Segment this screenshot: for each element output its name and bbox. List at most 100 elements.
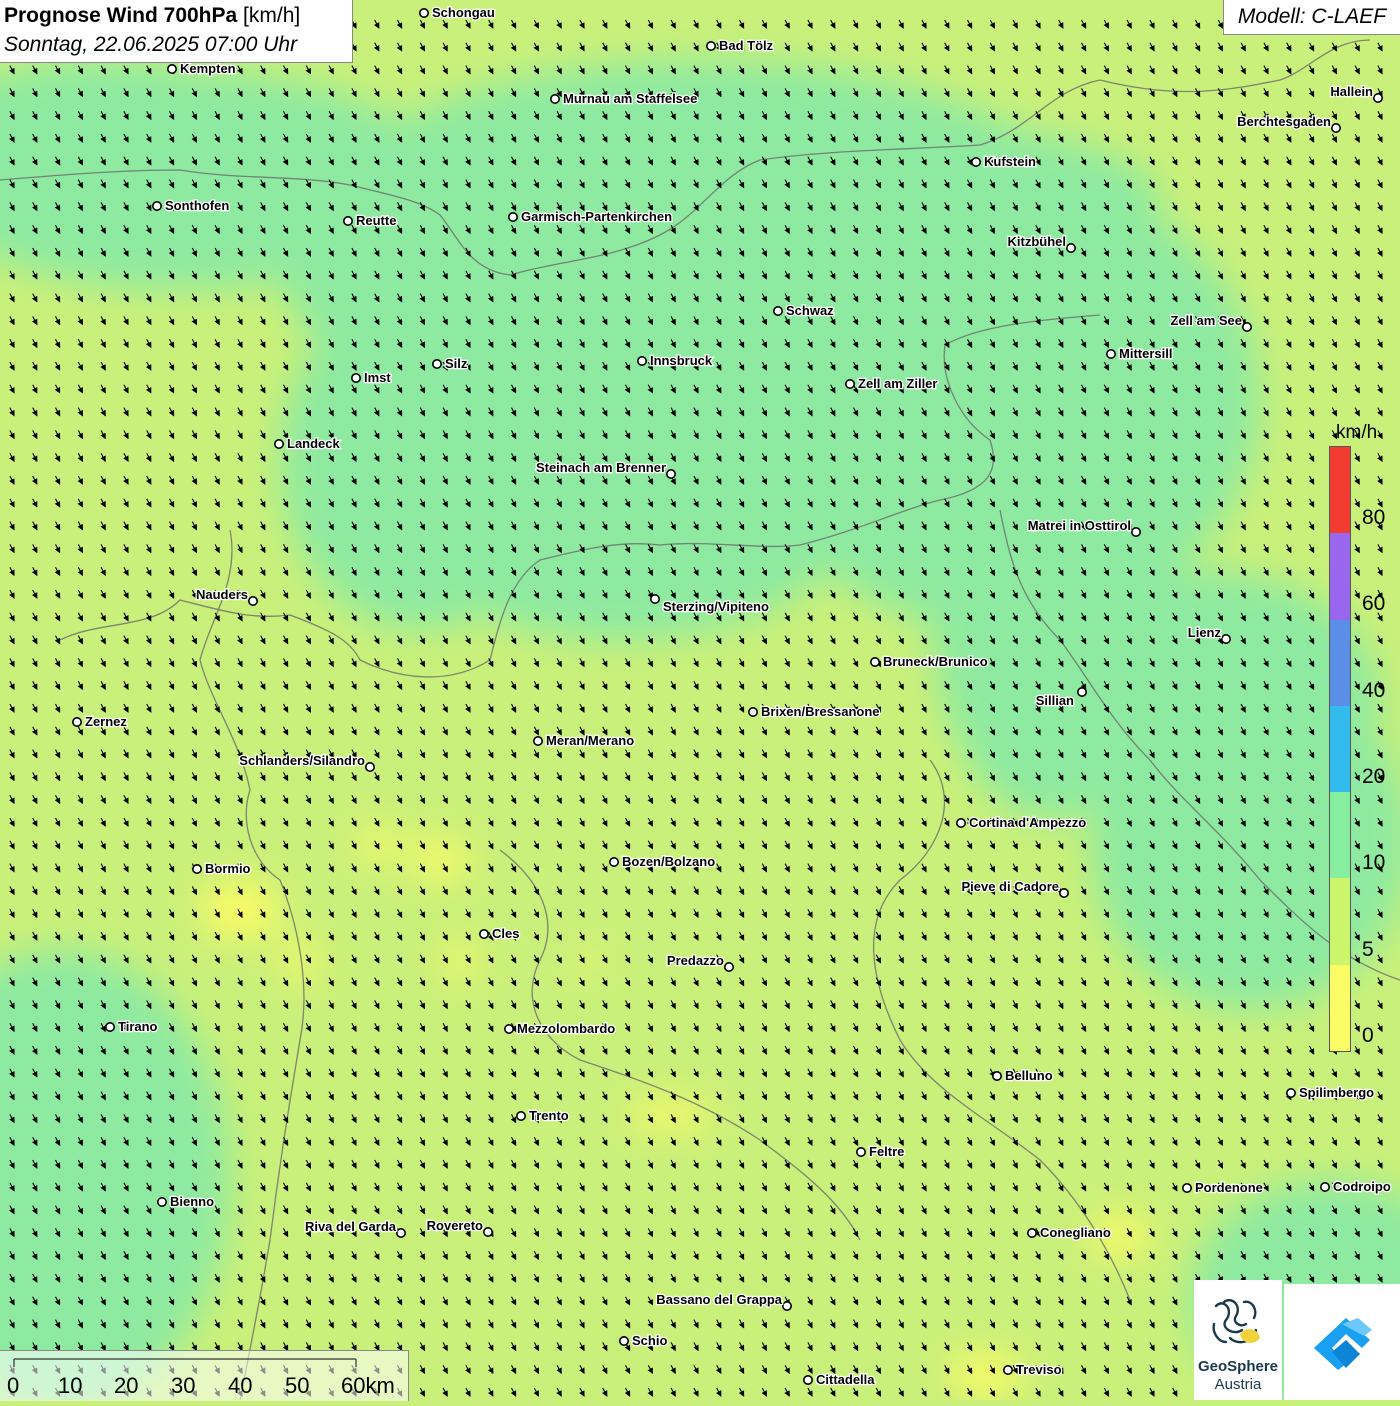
city-dot (192, 863, 203, 874)
city-label: Murnau am Staffelsee (563, 91, 697, 106)
city-dot (1066, 243, 1077, 254)
wetter-app-icon (1314, 1318, 1372, 1370)
title-text: Prognose Wind 700hPa (4, 4, 238, 27)
city-label: Innsbruck (650, 353, 713, 368)
city-dot (781, 1301, 792, 1312)
city-dot (1373, 93, 1384, 104)
city-dot (152, 201, 163, 212)
title-unit: [km/h] (243, 4, 301, 27)
city-label: Spilimbergo (1299, 1085, 1374, 1100)
city-label: Riva del Garda (305, 1219, 397, 1234)
city-dot (105, 1021, 116, 1032)
city-dot (549, 94, 560, 105)
city-dot (665, 468, 676, 479)
city-label: Matrei in Osttirol (1028, 518, 1131, 533)
city-label: Meran/Merano (546, 733, 634, 748)
legend-segment (1330, 533, 1350, 620)
city-label: Reutte (356, 213, 396, 228)
city-label: Hallein (1330, 84, 1373, 99)
city-label: Tirano (118, 1019, 158, 1034)
city-dot (723, 961, 734, 972)
city-label: Predazzo (667, 953, 724, 968)
city-marker: Bozen/Bolzano (608, 853, 717, 870)
city-dot (167, 64, 178, 75)
field-calm-area (358, 829, 402, 861)
city-dot (844, 378, 855, 389)
city-label: Pieve di Cadore (961, 879, 1059, 894)
city-marker: Brixen/Bressanone (747, 703, 881, 720)
city-dot (395, 1228, 406, 1239)
city-label: Steinach am Brenner (536, 460, 666, 475)
city-dot (802, 1375, 813, 1386)
city-label: Kempten (180, 61, 236, 76)
city-label: Treviso (1016, 1362, 1062, 1377)
city-dot (1331, 123, 1342, 134)
city-dot (618, 1336, 629, 1347)
city-dot (608, 856, 619, 867)
city-label: Kitzbühel (1008, 234, 1067, 249)
city-dot (1320, 1182, 1331, 1193)
city-dot (705, 40, 716, 51)
city-dot (1131, 526, 1142, 537)
city-marker: Schongau (418, 4, 496, 21)
city-marker: Pordenone (1182, 1179, 1264, 1196)
city-dot (350, 372, 361, 383)
city-label: Silz (445, 356, 468, 371)
city-label: Bienno (170, 1194, 214, 1209)
city-dot (532, 735, 543, 746)
logo-text-austria: Austria (1214, 1376, 1262, 1393)
city-label: Berchtesgaden (1237, 114, 1331, 129)
city-dot (955, 817, 966, 828)
city-label: Bormio (205, 861, 251, 876)
city-dot (157, 1197, 168, 1208)
city-marker: Murnau am Staffelsee (549, 90, 699, 107)
city-label: Brixen/Bressanone (761, 704, 880, 719)
scale-bar: 0 10 20 30 40 50 60km (0, 1350, 409, 1401)
scale-label: 10 (58, 1373, 83, 1398)
city-dot (431, 358, 442, 369)
map-title-box: Prognose Wind 700hPa [km/h] Sonntag, 22.… (0, 0, 353, 63)
city-dot (1059, 887, 1070, 898)
city-dot (991, 1071, 1002, 1082)
city-dot (1077, 686, 1088, 697)
field-calm-area (284, 938, 316, 982)
city-dot (507, 212, 518, 223)
city-marker: Garmisch-Partenkirchen (507, 208, 673, 225)
city-label: Garmisch-Partenkirchen (521, 209, 672, 224)
city-dot (482, 1227, 493, 1238)
city-marker: Cortina d'Ampezzo (955, 814, 1088, 831)
logo-text-geosphere: GeoSphere (1197, 1358, 1279, 1375)
city-dot (636, 355, 647, 366)
city-dot (1286, 1088, 1297, 1099)
city-dot (1221, 633, 1232, 644)
city-dot (1106, 348, 1117, 359)
field-calm-area (200, 880, 280, 940)
forecast-time: Sonntag, 22.06.2025 07:00 Uhr (4, 33, 298, 56)
city-dot (364, 761, 375, 772)
city-label: Bad Tölz (719, 38, 774, 53)
scale-label: 40 (228, 1373, 253, 1398)
city-dot (503, 1024, 514, 1035)
city-label: Imst (364, 370, 391, 385)
legend-tick-label: 10 (1362, 851, 1386, 875)
wetter-app-logo[interactable] (1284, 1284, 1400, 1400)
city-label: Cortina d'Ampezzo (969, 815, 1086, 830)
field-calm-area (410, 840, 470, 880)
city-label: Zernez (85, 714, 127, 729)
city-dot (1182, 1183, 1193, 1194)
field-moderate-area (440, 110, 1160, 290)
legend-segment (1330, 447, 1350, 534)
city-marker: Meran/Merano (532, 732, 635, 749)
legend-segment (1330, 619, 1350, 706)
field-calm-area (947, 1353, 1023, 1397)
model-label: Modell: C-LAEF (1223, 0, 1400, 35)
scale-label: 0 (7, 1373, 20, 1398)
city-label: Pordenone (1195, 1180, 1263, 1195)
city-label: Cles (492, 926, 519, 941)
city-marker: Sonthofen (152, 197, 231, 214)
legend-color-bar (1329, 446, 1351, 1052)
city-label: Mittersill (1119, 346, 1172, 361)
city-dot (72, 716, 83, 727)
geosphere-logo[interactable]: GeoSphere Austria (1194, 1280, 1282, 1400)
city-marker: Zell am Ziller (844, 375, 939, 392)
